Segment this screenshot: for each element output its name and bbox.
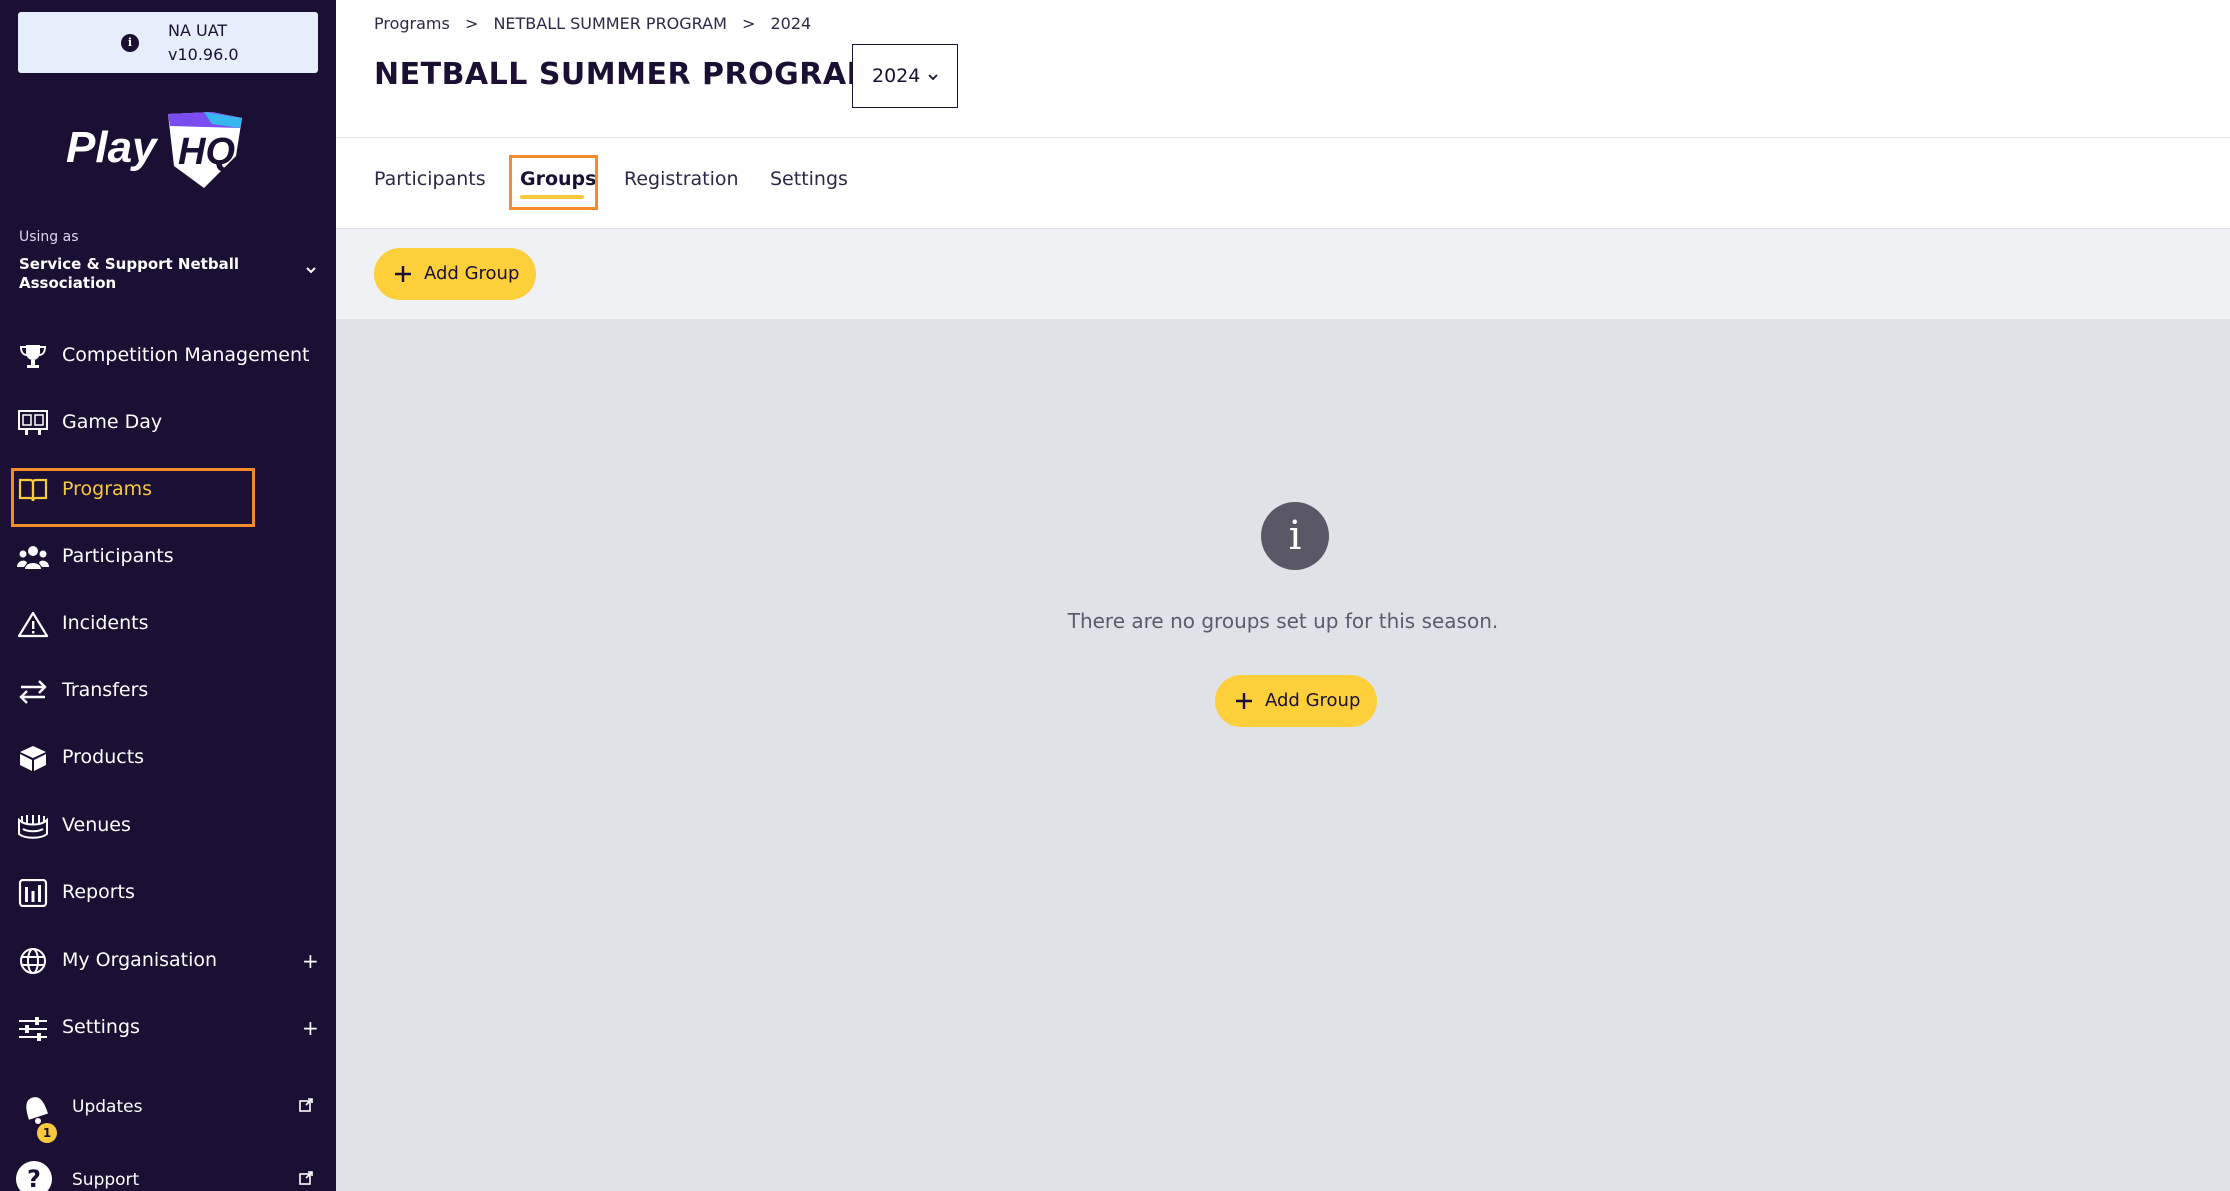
add-group-label: Add Group [424, 263, 520, 284]
toolbar: Add Group [336, 229, 2230, 319]
chevron-down-icon[interactable] [303, 262, 319, 278]
updates-count-badge: 1 [37, 1123, 57, 1143]
expand-icon[interactable]: + [302, 1016, 319, 1040]
nav-item-settings[interactable]: Settings + [0, 1002, 336, 1054]
svg-text:Play: Play [66, 123, 159, 172]
add-group-button[interactable]: Add Group [374, 248, 536, 300]
nav-item-game-day[interactable]: Game Day [0, 397, 336, 449]
tab-registration[interactable]: Registration [624, 168, 739, 190]
box-icon [20, 746, 46, 771]
stadium-icon [18, 815, 48, 839]
transfer-icon [19, 680, 47, 704]
expand-icon[interactable]: + [302, 949, 319, 973]
groups-tab-highlight-box [509, 155, 598, 210]
nav-label: Reports [62, 881, 135, 903]
page-header: Programs > NETBALL SUMMER PROGRAM > 2024… [336, 0, 2230, 138]
nav-item-transfers[interactable]: Transfers [0, 665, 336, 717]
nav-item-reports[interactable]: Reports [0, 867, 336, 919]
nav-label: Products [62, 746, 145, 768]
playhq-logo[interactable]: Play HQ [64, 108, 244, 193]
globe-icon [20, 948, 46, 974]
info-icon: i [121, 34, 139, 52]
nav-label: Game Day [62, 411, 163, 433]
breadcrumb: Programs > NETBALL SUMMER PROGRAM > 2024 [374, 14, 817, 33]
nav-item-my-organisation[interactable]: My Organisation + [0, 935, 336, 987]
support-label: Support [72, 1170, 140, 1190]
chart-icon [18, 879, 48, 907]
environment-badge: i NA UAT v10.96.0 [18, 12, 318, 73]
external-link-icon [299, 1171, 313, 1185]
nav-label: Participants [62, 545, 174, 567]
support-link[interactable]: ? Support [0, 1156, 336, 1191]
tab-participants[interactable]: Participants [374, 168, 486, 190]
scoreboard-icon [18, 410, 48, 435]
people-icon [17, 546, 49, 569]
nav-label: Incidents [62, 612, 149, 634]
breadcrumb-separator: > [741, 14, 756, 33]
nav-item-competition-management[interactable]: Competition Management [0, 330, 336, 382]
plus-icon [1236, 693, 1252, 709]
nav-label: Venues [62, 814, 131, 836]
breadcrumb-item-programs[interactable]: Programs [374, 14, 450, 33]
season-select-value: 2024 [872, 65, 921, 87]
chevron-down-icon [928, 74, 938, 81]
nav-item-incidents[interactable]: Incidents [0, 598, 336, 650]
breadcrumb-separator: > [464, 14, 479, 33]
programs-highlight-box [11, 468, 255, 527]
add-group-label: Add Group [1265, 690, 1361, 711]
using-as-label: Using as [19, 229, 79, 245]
svg-text:HQ: HQ [178, 131, 235, 173]
tab-settings[interactable]: Settings [770, 168, 848, 190]
nav-item-venues[interactable]: Venues [0, 800, 336, 852]
environment-version: v10.96.0 [168, 45, 239, 64]
nav-label: Settings [62, 1016, 140, 1038]
trophy-icon [19, 345, 47, 368]
help-icon: ? [16, 1161, 52, 1191]
plus-icon [395, 266, 411, 282]
nav-item-participants[interactable]: Participants [0, 531, 336, 583]
external-link-icon [299, 1098, 313, 1112]
nav-item-products[interactable]: Products [0, 732, 336, 784]
page-title: NETBALL SUMMER PROGRAM [374, 57, 877, 92]
season-select[interactable]: 2024 [852, 44, 958, 108]
nav-label: Transfers [62, 679, 149, 701]
info-icon: i [1261, 502, 1329, 570]
bell-icon [26, 1097, 48, 1124]
tab-bar: Participants Groups Registration Setting… [336, 138, 2230, 229]
nav-label: My Organisation [62, 949, 218, 971]
sliders-icon [19, 1017, 47, 1041]
sidebar: i NA UAT v10.96.0 Play HQ Using as Servi… [0, 0, 336, 1191]
nav-label: Competition Management [62, 344, 310, 366]
environment-name: NA UAT [168, 21, 228, 40]
empty-state-message: There are no groups set up for this seas… [1067, 609, 1499, 633]
breadcrumb-item-program[interactable]: NETBALL SUMMER PROGRAM [493, 14, 726, 33]
breadcrumb-item-season: 2024 [770, 14, 812, 33]
updates-label: Updates [72, 1097, 143, 1117]
empty-state-add-group-button[interactable]: Add Group [1215, 675, 1377, 727]
organisation-name[interactable]: Service & Support Netball Association [19, 255, 289, 293]
warning-icon [17, 611, 49, 638]
groups-empty-state: i There are no groups set up for this se… [336, 319, 2230, 1191]
